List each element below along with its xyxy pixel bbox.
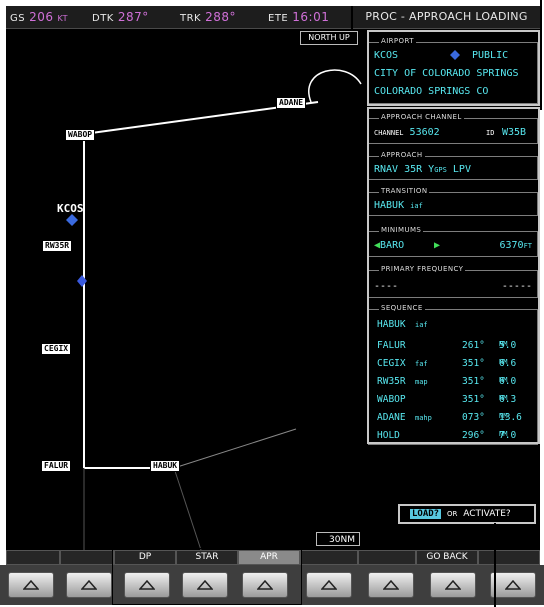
callout-line	[494, 523, 496, 607]
softkey-7[interactable]	[358, 550, 416, 565]
north-up-indicator[interactable]: NORTH UP	[300, 31, 358, 45]
softkey-triangle-icon	[22, 579, 40, 590]
activate-button[interactable]: ACTIVATE?	[463, 509, 510, 519]
softkey-2[interactable]	[60, 550, 114, 565]
softkey-go-back[interactable]: GO BACK	[416, 550, 478, 565]
ete-value: 16:01	[292, 10, 330, 24]
gs-unit: KT	[57, 14, 69, 23]
trk-field: TRK 288°	[180, 10, 236, 24]
airport-highlight-frame	[367, 30, 540, 106]
trk-value: 288°	[205, 10, 237, 24]
softkey-triangle-icon	[80, 579, 98, 590]
hardware-softkey-6[interactable]	[306, 572, 352, 598]
dtk-label: DTK	[92, 13, 114, 24]
hardware-softkey-8[interactable]	[430, 572, 476, 598]
softkey-9[interactable]	[478, 550, 540, 565]
approach-highlight-frame	[367, 107, 540, 444]
waypoint-label: HABUK	[150, 460, 181, 472]
waypoint-label: ADANE	[276, 97, 307, 109]
waypoint-label: RW35R	[42, 240, 73, 252]
callout-apr-group	[112, 548, 302, 605]
page-title: PROC - APPROACH LOADING	[353, 6, 540, 29]
load-activate-prompt: LOAD? OR ACTIVATE?	[398, 504, 536, 524]
map-range[interactable]: 30NM	[316, 532, 360, 546]
waypoint-label: WABOP	[65, 129, 96, 141]
hardware-softkey-2[interactable]	[66, 572, 112, 598]
gs-value: 206	[29, 10, 54, 24]
mfd-screen: GS 206 KT DTK 287° TRK 288° ETE 16:01 PROC - …	[6, 6, 540, 550]
softkey-triangle-icon	[320, 579, 338, 590]
softkey-triangle-icon	[504, 579, 522, 590]
gs-label: GS	[10, 13, 26, 24]
ete-label: ETE	[268, 13, 289, 24]
softkey-triangle-icon	[382, 579, 400, 590]
ete-field: ETE 16:01	[268, 10, 329, 24]
softkey-1[interactable]	[6, 550, 60, 565]
load-button[interactable]: LOAD?	[410, 509, 442, 519]
softkey-6[interactable]	[300, 550, 358, 565]
procedure-map[interactable]: NORTH UP ADANE WABOP KCOS RW35R CEGIX FA…	[6, 29, 366, 550]
or-text: OR	[446, 510, 458, 518]
hardware-softkey-1[interactable]	[8, 572, 54, 598]
hardware-softkey-7[interactable]	[368, 572, 414, 598]
nav-data-bar: GS 206 KT DTK 287° TRK 288° ETE 16:01	[6, 6, 351, 29]
dtk-field: DTK 287°	[92, 10, 149, 24]
waypoint-label: CEGIX	[41, 343, 72, 355]
airport-label: KCOS	[57, 202, 84, 215]
waypoint-label: FALUR	[41, 460, 72, 472]
gs-field: GS 206 KT	[10, 10, 68, 24]
softkey-triangle-icon	[444, 579, 462, 590]
callout-line	[540, 0, 542, 110]
trk-label: TRK	[180, 13, 202, 24]
dtk-value: 287°	[117, 10, 149, 24]
hardware-softkey-9[interactable]	[490, 572, 536, 598]
